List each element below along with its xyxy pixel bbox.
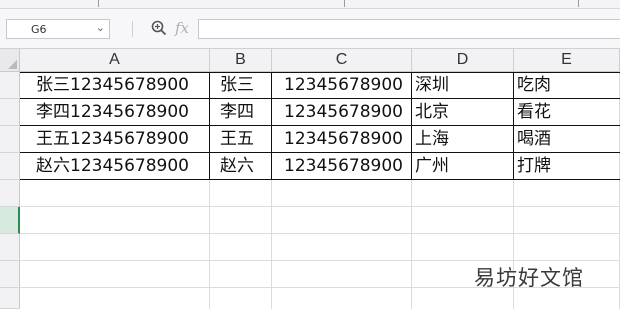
row-header[interactable]	[0, 261, 20, 288]
gridline	[20, 260, 620, 261]
row-header[interactable]	[0, 99, 20, 126]
cell-e3[interactable]: 喝酒	[517, 126, 551, 153]
formula-input[interactable]	[198, 19, 620, 39]
row-header[interactable]	[0, 234, 20, 261]
row-header[interactable]	[0, 126, 20, 153]
toolbar-strip	[0, 0, 620, 9]
cell-d1[interactable]: 深圳	[415, 72, 449, 99]
divider	[132, 21, 133, 37]
row-header[interactable]	[0, 288, 20, 309]
column-header-b[interactable]: B	[210, 49, 272, 72]
name-box[interactable]: G6 ⌄	[6, 19, 110, 39]
cell-d4[interactable]: 广州	[415, 153, 449, 180]
table-border	[209, 72, 210, 179]
cell-a4[interactable]: 赵六12345678900	[36, 153, 189, 180]
cell-e2[interactable]: 看花	[517, 99, 551, 126]
gridline	[20, 206, 620, 207]
column-header-e[interactable]: E	[514, 49, 620, 72]
cell-e1[interactable]: 吃肉	[517, 72, 551, 99]
row-header-selected[interactable]	[0, 207, 20, 234]
row-header[interactable]	[0, 72, 20, 99]
row-header[interactable]	[0, 180, 20, 207]
cell-b3[interactable]: 王五	[220, 126, 254, 153]
cell-b4[interactable]: 赵六	[220, 153, 254, 180]
column-header-a[interactable]: A	[20, 49, 210, 72]
cell-reference: G6	[31, 23, 47, 36]
cell-e4[interactable]: 打牌	[517, 153, 551, 180]
cell-b2[interactable]: 李四	[220, 99, 254, 126]
table-border	[513, 72, 514, 179]
table-border	[271, 72, 272, 179]
divider	[344, 0, 345, 7]
divider	[98, 0, 99, 7]
table-border	[411, 72, 412, 179]
cell-c3[interactable]: 12345678900	[284, 126, 403, 153]
chevron-down-icon[interactable]: ⌄	[96, 21, 105, 34]
cell-c2[interactable]: 12345678900	[284, 99, 403, 126]
cell-b1[interactable]: 张三	[220, 72, 254, 99]
column-header-c[interactable]: C	[272, 49, 412, 72]
column-header-d[interactable]: D	[412, 49, 514, 72]
cell-a1[interactable]: 张三12345678900	[36, 72, 189, 99]
cell-d3[interactable]: 上海	[415, 126, 449, 153]
cell-c1[interactable]: 12345678900	[284, 72, 403, 99]
formula-bar: G6 ⌄ fx	[0, 9, 620, 49]
cell-a2[interactable]: 李四12345678900	[36, 99, 189, 126]
cell-c4[interactable]: 12345678900	[284, 153, 403, 180]
divider	[578, 0, 579, 7]
watermark: 易坊好文馆	[474, 266, 584, 290]
fx-icon[interactable]: fx	[175, 19, 189, 37]
zoom-icon[interactable]	[150, 18, 168, 38]
row-header[interactable]	[0, 153, 20, 180]
cell-a3[interactable]: 王五12345678900	[36, 126, 189, 153]
cell-d2[interactable]: 北京	[415, 99, 449, 126]
gridline	[20, 233, 620, 234]
select-all-corner[interactable]	[0, 49, 20, 72]
